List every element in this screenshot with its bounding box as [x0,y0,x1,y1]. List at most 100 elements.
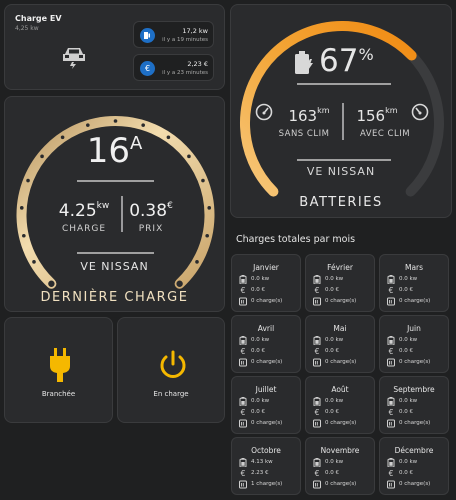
euro-icon: € [314,285,320,295]
month-energy: 0.0 kw [251,337,270,343]
month-name: Octobre [251,446,281,455]
gauge-tick-dot [26,178,30,183]
cost-timestamp: il y a 23 minutes [162,70,208,76]
month-tile[interactable]: Mai 0.0 kw €0.0 € 0 charge(s) [305,315,375,373]
cost-sensor-tile[interactable]: € 2,23 € il y a 23 minutes [133,54,214,81]
euro-icon: € [240,407,246,417]
month-count: 0 charge(s) [251,420,283,426]
month-cost-row: €0.0 € [387,285,413,295]
battery-icon [313,274,321,284]
month-energy: 0.0 kw [325,459,344,465]
month-tile[interactable]: Janvier 0.0 kw €0.0 € 0 charge(s) [231,254,301,312]
month-energy-row: 0.0 kw [313,396,343,406]
gauge-tick-dot [176,280,183,287]
range-ac-value: 156 [356,107,386,125]
month-cost-row: €0.0 € [239,285,265,295]
amps-display: 16A [5,131,224,171]
month-energy-row: 0.0 kw [313,274,343,284]
month-cost: 0.0 € [251,409,265,415]
counter-icon [239,480,247,488]
counter-icon [313,297,321,305]
last-charge-card[interactable]: 16A 4.25kw CHARGE 0.38€ PRIX VE NISSAN D… [4,96,225,312]
month-count: 0 charge(s) [251,359,283,365]
power-value: 4.25 [58,201,97,221]
last-charge-title: DERNIÈRE CHARGE [40,290,189,305]
month-name: Mai [333,324,347,333]
amps-value: 16 [86,131,130,171]
month-name: Mars [404,263,424,272]
charge-ev-card[interactable]: Charge EV 4,25 kw 17,2 kw il y a 19 minu… [4,4,225,90]
battery-charging-icon [295,51,313,74]
ev-station-icon [140,28,155,43]
month-tile[interactable]: Novembre 0.0 kw €0.0 € 0 charge(s) [305,437,375,495]
plug-status-label: Branchée [41,390,76,398]
counter-icon [239,358,247,366]
month-cost: 0.0 € [325,409,339,415]
month-energy: 0.0 kw [399,398,418,404]
last-charge-vehicle: VE NISSAN [80,260,149,273]
car-charging-icon [63,48,85,69]
battery-icon [313,457,321,467]
month-tile[interactable]: Juin 0.0 kw €0.0 € 0 charge(s) [379,315,449,373]
gauge-tick-dot [19,206,24,210]
month-tile[interactable]: Septembre 0.0 kw €0.0 € 0 charge(s) [379,376,449,434]
month-count-row: 1 charge(s) [239,479,282,489]
month-cost: 0.0 € [399,348,413,354]
month-cost: 0.0 € [251,348,265,354]
gauge-tick-dot [205,233,209,238]
month-energy: 0.0 kw [399,276,418,282]
cost-value: 2,23 € [187,60,208,68]
month-count: 0 charge(s) [325,298,357,304]
month-tile[interactable]: Décembre 0.0 kw €0.0 € 0 charge(s) [379,437,449,495]
month-energy: 0.0 kw [325,337,344,343]
month-energy: 0.0 kw [325,276,344,282]
month-tile[interactable]: Août 0.0 kw €0.0 € 0 charge(s) [305,376,375,434]
power-unit: kw [96,201,110,211]
month-tile[interactable]: Mars 0.0 kw €0.0 € 0 charge(s) [379,254,449,312]
power-label: CHARGE [61,224,107,234]
euro-icon: € [388,407,394,417]
plug-icon [50,348,70,382]
range-ac-unit: km [385,106,398,115]
month-tile[interactable]: Février 0.0 kw €0.0 € 0 charge(s) [305,254,375,312]
month-cost-row: €0.0 € [387,407,413,417]
gauge-tick-dot [22,233,26,238]
battery-card[interactable]: 67% 163km SANS CLIM 156km AVEC CLIM VE N… [230,4,452,218]
charge-ev-power: 4,25 kw [15,25,39,32]
month-count-row: 0 charge(s) [387,479,430,489]
month-count: 1 charge(s) [251,481,283,487]
battery-icon [239,274,247,284]
battery-icon [387,396,395,406]
month-count-row: 0 charge(s) [387,296,430,306]
month-cost-row: €0.0 € [313,407,339,417]
month-count-row: 0 charge(s) [313,479,356,489]
month-tile[interactable]: Avril 0.0 kw €0.0 € 0 charge(s) [231,315,301,373]
month-tile[interactable]: Juillet 0.0 kw €0.0 € 0 charge(s) [231,376,301,434]
month-energy: 0.0 kw [325,398,344,404]
month-cost-row: €0.0 € [313,346,339,356]
euro-icon: € [240,346,246,356]
euro-icon: € [240,468,246,478]
month-count-row: 0 charge(s) [239,296,282,306]
month-count: 0 charge(s) [251,298,283,304]
month-cost-row: €0.0 € [239,407,265,417]
charging-status-card[interactable]: En charge [117,317,225,423]
battery-percent-unit: % [358,45,374,64]
month-name: Septembre [393,385,435,394]
energy-sensor-tile[interactable]: 17,2 kw il y a 19 minutes [133,21,214,48]
plug-status-card[interactable]: Branchée [4,317,113,423]
month-energy-row: 0.0 kw [239,335,269,345]
month-count-row: 0 charge(s) [313,357,356,367]
energy-timestamp: il y a 19 minutes [162,37,208,43]
month-count: 0 charge(s) [399,298,431,304]
energy-value: 17,2 kw [182,27,208,35]
battery-icon [387,274,395,284]
month-energy: 0.0 kw [399,459,418,465]
month-energy-row: 0.0 kw [313,335,343,345]
month-tile[interactable]: Octobre 4.13 kw €2.23 € 1 charge(s) [231,437,301,495]
month-name: Avril [257,324,275,333]
month-count: 0 charge(s) [325,481,357,487]
month-cost-row: €0.0 € [387,346,413,356]
month-energy: 4.13 kw [251,459,273,465]
month-cost: 0.0 € [251,287,265,293]
